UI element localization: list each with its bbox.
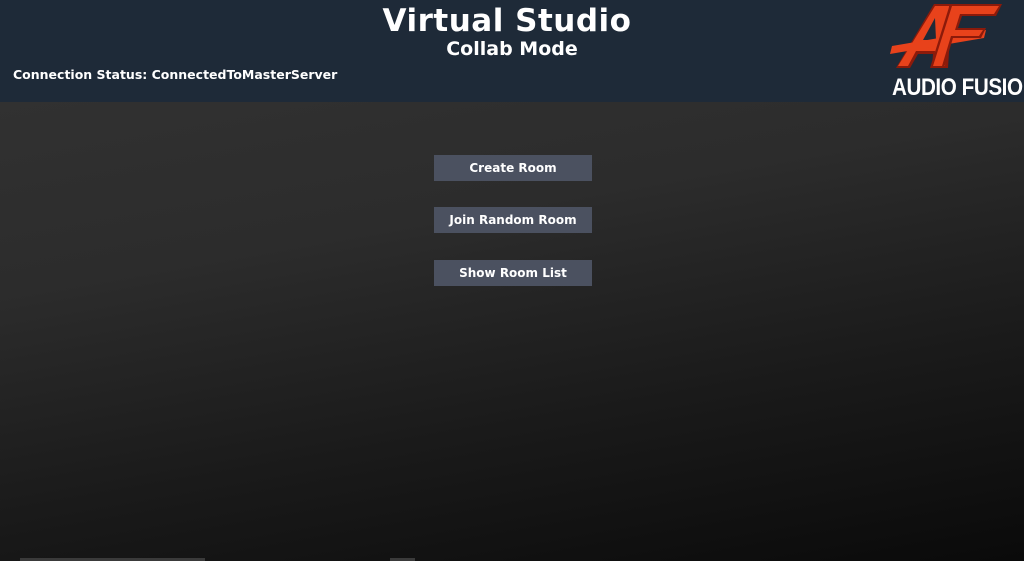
logo-wordmark: AUDIO FUSION [892, 74, 1024, 101]
header-bar: Virtual Studio Collab Mode Connection St… [0, 0, 1024, 102]
audio-fusion-logo: AUDIO FUSION [890, 0, 1024, 102]
show-room-list-button[interactable]: Show Room List [434, 260, 592, 286]
af-logo-icon [890, 4, 1002, 68]
connection-status: Connection Status: ConnectedToMasterServ… [13, 67, 338, 82]
app-title: Virtual Studio [382, 3, 632, 39]
join-random-room-button[interactable]: Join Random Room [434, 207, 592, 233]
mode-subtitle: Collab Mode [446, 38, 578, 60]
create-room-button[interactable]: Create Room [434, 155, 592, 181]
